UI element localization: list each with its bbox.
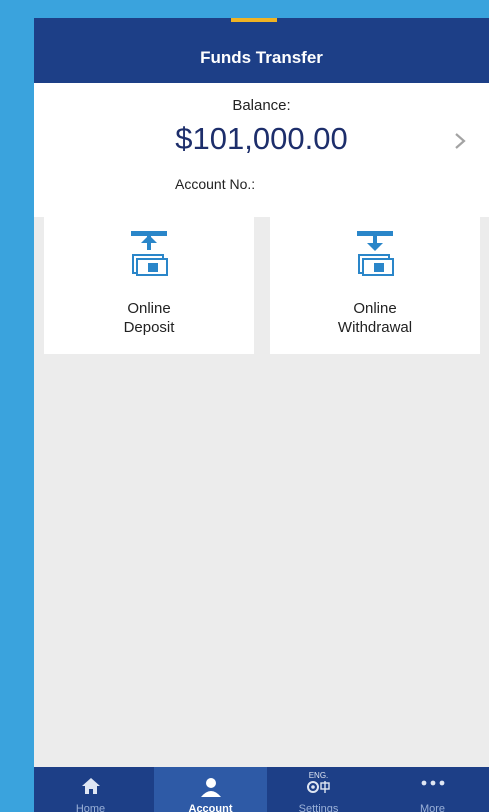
tab-settings[interactable]: ENG. Settings bbox=[262, 767, 375, 812]
language-badge: ENG. bbox=[308, 771, 329, 780]
home-icon bbox=[81, 778, 100, 794]
settings-icon bbox=[306, 781, 330, 793]
account-icon bbox=[200, 778, 221, 797]
tab-more-label: More bbox=[419, 803, 446, 812]
online-deposit-button[interactable]: Online Deposit bbox=[44, 217, 254, 354]
deposit-icon bbox=[131, 231, 168, 276]
tab-more[interactable]: More bbox=[376, 767, 489, 812]
more-icon bbox=[421, 780, 444, 786]
balance-panel[interactable]: Balance: $101,000.00 Account No.: bbox=[34, 83, 489, 217]
online-deposit-label-line2: Deposit bbox=[123, 319, 175, 336]
online-withdrawal-label-line2: Withdrawal bbox=[337, 319, 413, 336]
tab-account[interactable]: Account bbox=[154, 767, 267, 812]
online-withdrawal-label: Online Withdrawal bbox=[270, 299, 480, 337]
tab-home[interactable]: Home bbox=[34, 767, 147, 812]
header-bar: Funds Transfer bbox=[34, 18, 489, 83]
bottom-tab-bar: Home Account ENG. Settings More bbox=[34, 767, 489, 812]
page-title: Funds Transfer bbox=[200, 48, 323, 67]
app-screen: Funds Transfer Balance: $101,000.00 Acco… bbox=[34, 18, 489, 812]
online-deposit-label-line1: Online bbox=[127, 300, 171, 317]
tab-home-label: Home bbox=[75, 803, 106, 812]
online-deposit-label: Online Deposit bbox=[44, 299, 254, 337]
online-withdrawal-label-line1: Online bbox=[353, 300, 397, 317]
online-withdrawal-button[interactable]: Online Withdrawal bbox=[270, 217, 480, 354]
header-accent bbox=[231, 18, 277, 22]
chevron-right-icon[interactable] bbox=[452, 131, 468, 151]
tab-settings-label: Settings bbox=[298, 803, 339, 812]
account-number-label: Account No.: bbox=[175, 176, 256, 192]
balance-amount: $101,000.00 bbox=[175, 121, 348, 156]
actions-grid: Online Deposit Online Withdrawal bbox=[34, 217, 489, 354]
tab-account-label: Account bbox=[188, 803, 233, 812]
withdrawal-icon bbox=[357, 231, 394, 276]
balance-label: Balance: bbox=[232, 97, 291, 114]
